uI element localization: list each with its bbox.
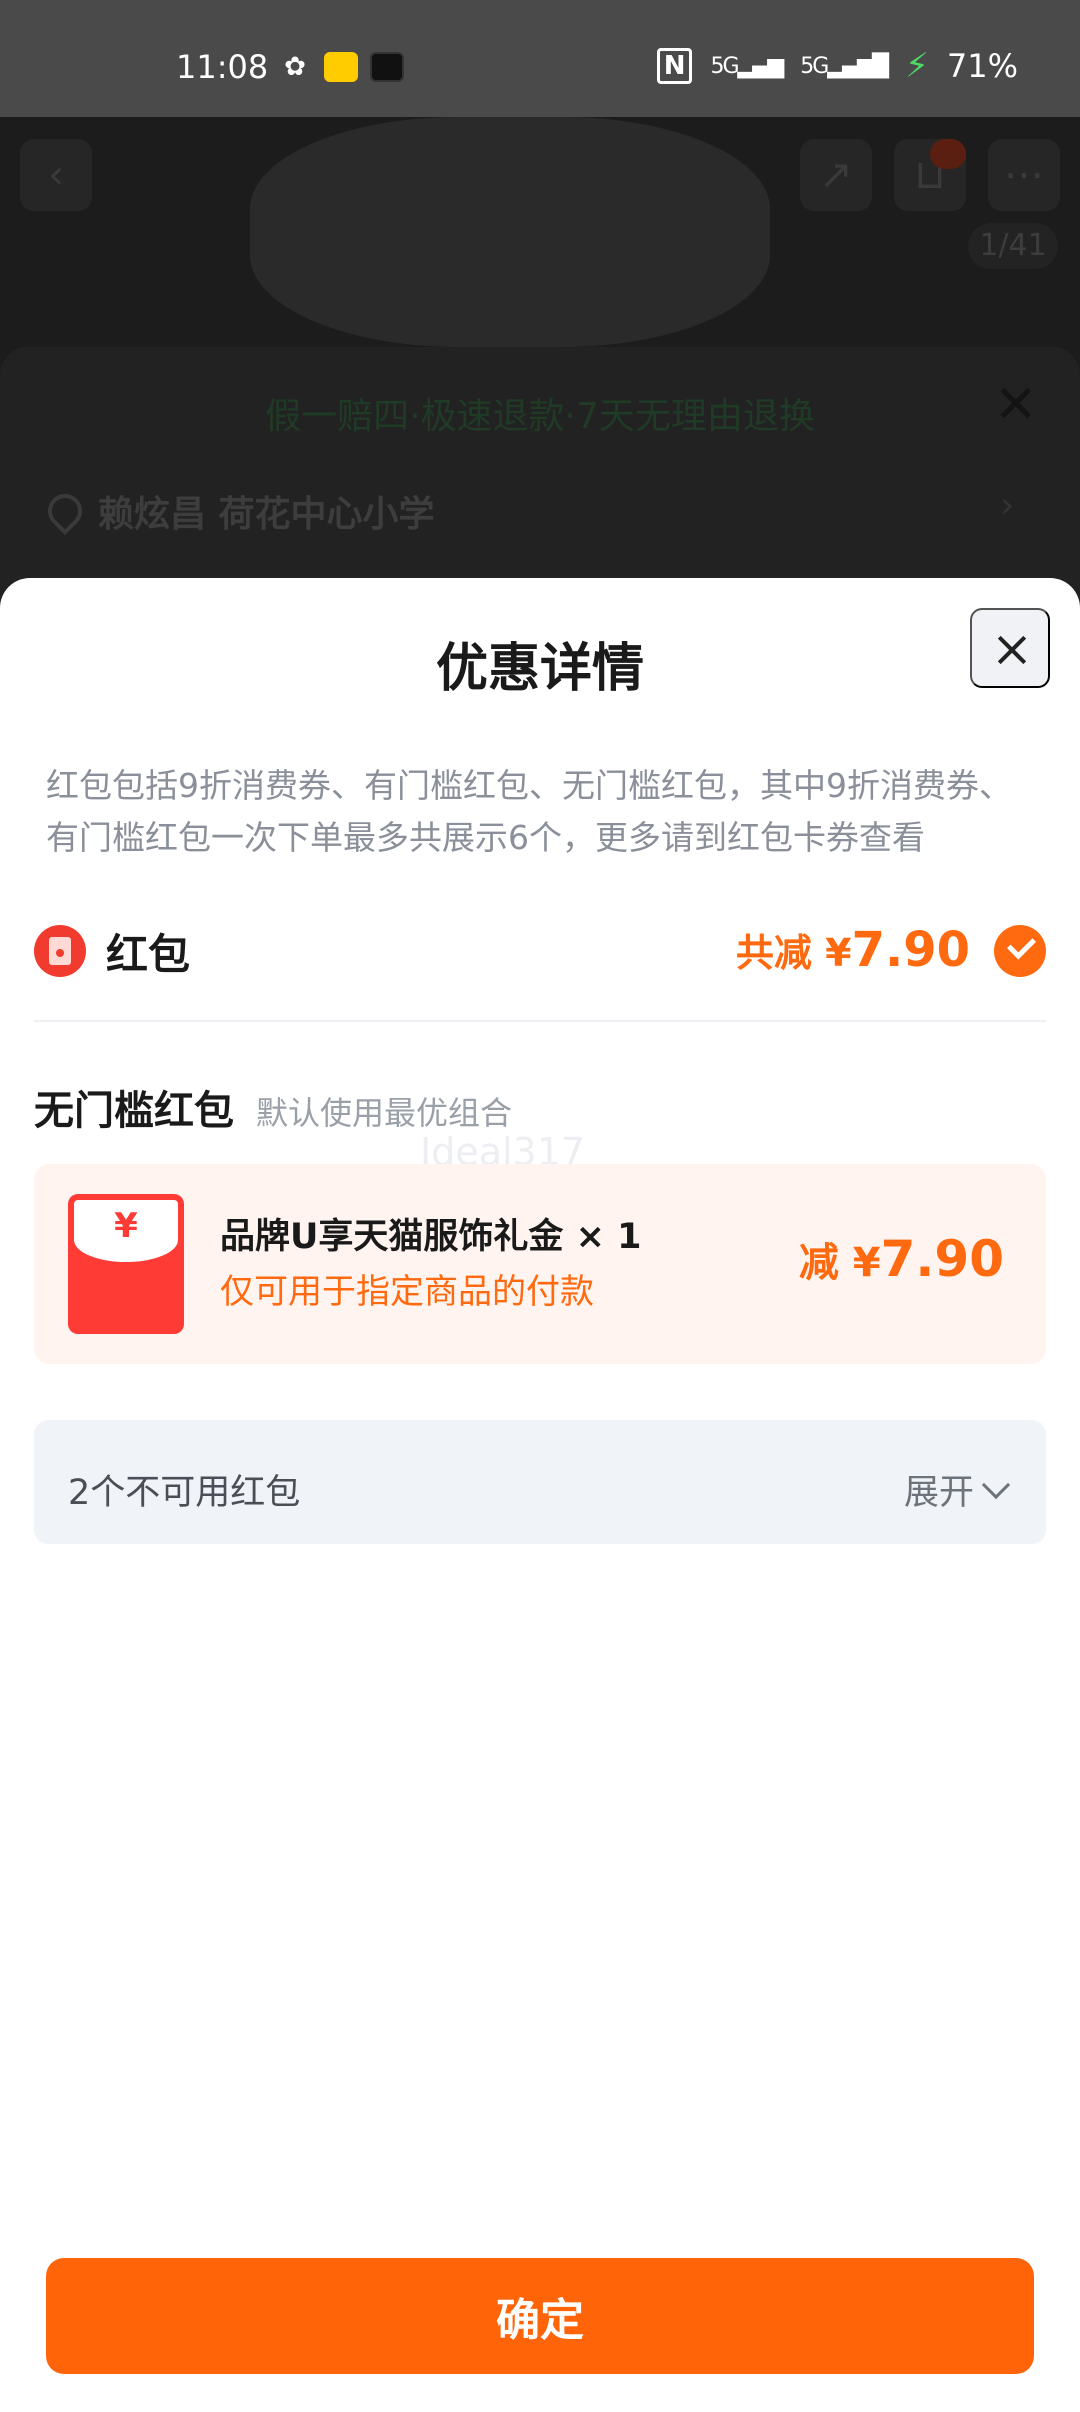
- sheet-description: 红包包括9折消费券、有门槛红包、无门槛红包，其中9折消费券、有门槛红包一次下单最…: [46, 766, 1012, 857]
- section-header: 无门槛红包 默认使用最优组合: [34, 1078, 512, 1136]
- close-button[interactable]: [970, 608, 1050, 688]
- back-icon: ‹: [20, 139, 92, 211]
- meituan-icon: [324, 52, 358, 82]
- charging-icon: ⚡: [905, 46, 929, 86]
- coupon-card[interactable]: ¥ 品牌U享天猫服饰礼金 × 1 仅可用于指定商品的付款 减 ¥ 7.90: [34, 1164, 1046, 1364]
- background-close-icon: ✕: [994, 375, 1038, 435]
- status-notification-icons: ✿: [278, 52, 404, 82]
- dimmed-background-page[interactable]: ‹ ↗ ⊔ ⋯ 1/41 假一赔四·极速退款·7天无理由退换 ✕ 赖炫昌 荷花中…: [0, 117, 1080, 617]
- red-envelope-icon: ¥: [68, 1194, 184, 1334]
- coupon-note: 仅可用于指定商品的付款: [220, 1272, 594, 1312]
- section-subtitle: 默认使用最优组合: [256, 1094, 513, 1132]
- status-time: 11:08: [176, 48, 269, 86]
- chevron-down-icon: [981, 1470, 1011, 1499]
- unavailable-red-packets-row[interactable]: 2个不可用红包 展开: [34, 1420, 1046, 1544]
- sheet-title: 优惠详情: [435, 639, 644, 699]
- share-icon: ↗: [800, 139, 872, 211]
- more-icon: ⋯: [988, 139, 1060, 211]
- coupon-amount: 减 ¥ 7.90: [798, 1230, 1004, 1288]
- nfc-icon: N: [656, 48, 693, 84]
- red-packet-label: 红包: [106, 929, 191, 979]
- address-chevron-icon: ›: [1000, 485, 1015, 526]
- cart-badge: [930, 139, 966, 169]
- signal-icon-2: 5G▂▄▆█: [800, 53, 889, 79]
- red-packet-total: 共减 ¥ 7.90: [735, 922, 970, 978]
- coupon-name: 品牌U享天猫服饰礼金 × 1: [220, 1217, 642, 1257]
- wechat-icon: ✿: [284, 52, 306, 82]
- douyin-icon: [370, 52, 404, 82]
- status-bar: 11:08 ✿ N 5G▂▄▆ 5G▂▄▆█ ⚡ 71%: [0, 0, 1080, 117]
- location-pin-icon: [40, 486, 90, 536]
- unavailable-text: 2个不可用红包: [68, 1473, 301, 1513]
- divider: [34, 1020, 1046, 1022]
- expand-label: 展开: [903, 1473, 974, 1513]
- address-row: 赖炫昌 荷花中心小学: [40, 485, 435, 537]
- signal-icon-1: 5G▂▄▆: [710, 53, 784, 79]
- status-right: N 5G▂▄▆ 5G▂▄▆█ ⚡ 71%: [656, 46, 1018, 86]
- guarantee-text: 假一赔四·极速退款·7天无理由退换: [265, 396, 815, 437]
- image-counter: 1/41: [968, 223, 1058, 269]
- battery-percent: 71%: [946, 47, 1018, 85]
- confirm-button[interactable]: 确定: [46, 2258, 1034, 2374]
- red-packet-row[interactable]: 红包 共减 ¥ 7.90: [34, 916, 1046, 986]
- section-title: 无门槛红包: [34, 1088, 234, 1134]
- checkmark-icon[interactable]: [994, 925, 1046, 977]
- expand-button[interactable]: 展开: [903, 1464, 1011, 1515]
- discount-details-sheet: 优惠详情 红包包括9折消费券、有门槛红包、无门槛红包，其中9折消费券、有门槛红包…: [0, 578, 1080, 2412]
- red-packet-icon: [34, 925, 86, 977]
- product-image: [250, 117, 770, 347]
- address-text: 赖炫昌 荷花中心小学: [98, 494, 435, 535]
